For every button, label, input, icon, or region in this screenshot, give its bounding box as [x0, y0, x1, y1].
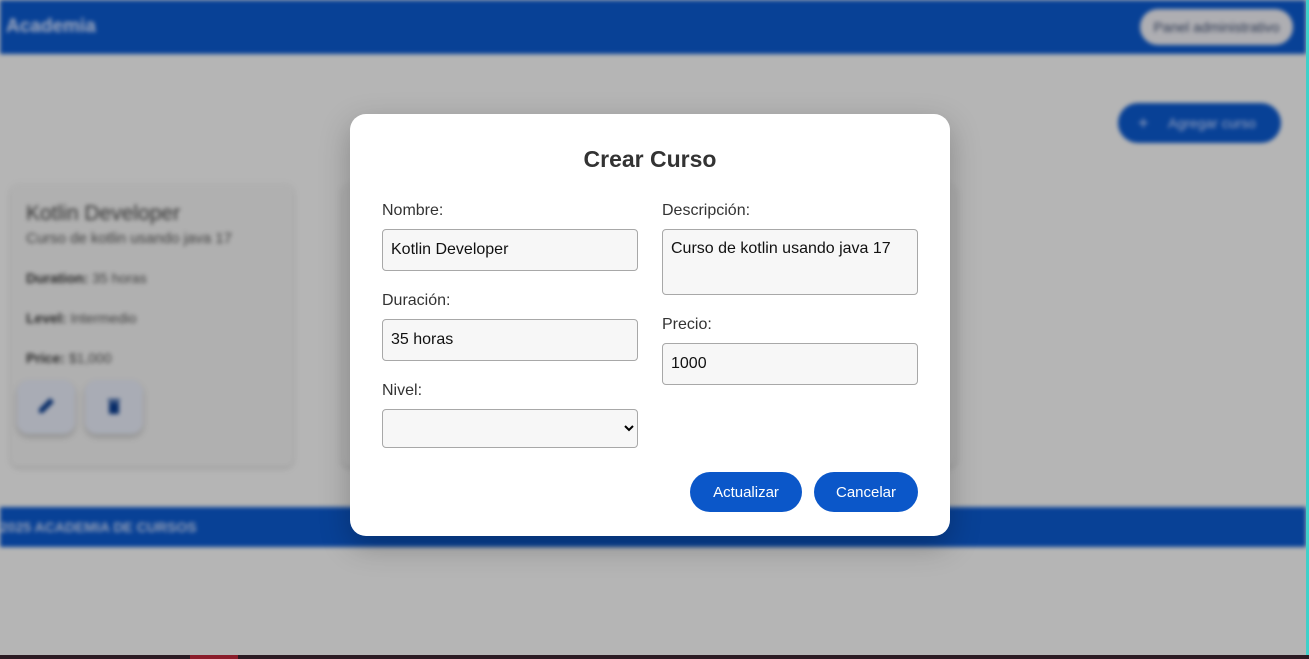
level-label: Nivel: [382, 382, 423, 399]
description-textarea[interactable]: Curso de kotlin usando java 17 [662, 229, 918, 295]
create-course-dialog: Crear Curso Nombre: Descripción: Curso d… [350, 114, 950, 536]
update-button[interactable]: Actualizar [690, 472, 802, 512]
cancel-button[interactable]: Cancelar [814, 472, 918, 512]
level-select[interactable] [382, 409, 638, 448]
name-label: Nombre: [382, 202, 444, 219]
taskbar-strip [0, 655, 1309, 659]
duration-input[interactable] [382, 319, 638, 361]
price-input[interactable] [662, 343, 918, 385]
taskbar-indicator [190, 655, 238, 659]
name-input[interactable] [382, 229, 638, 271]
price-label: Precio: [662, 316, 712, 333]
description-label: Descripción: [662, 202, 751, 219]
app-viewport: Academia Panel administrativo + Agregar … [0, 0, 1306, 655]
dialog-title: Crear Curso [583, 146, 717, 172]
duration-label: Duración: [382, 292, 451, 309]
